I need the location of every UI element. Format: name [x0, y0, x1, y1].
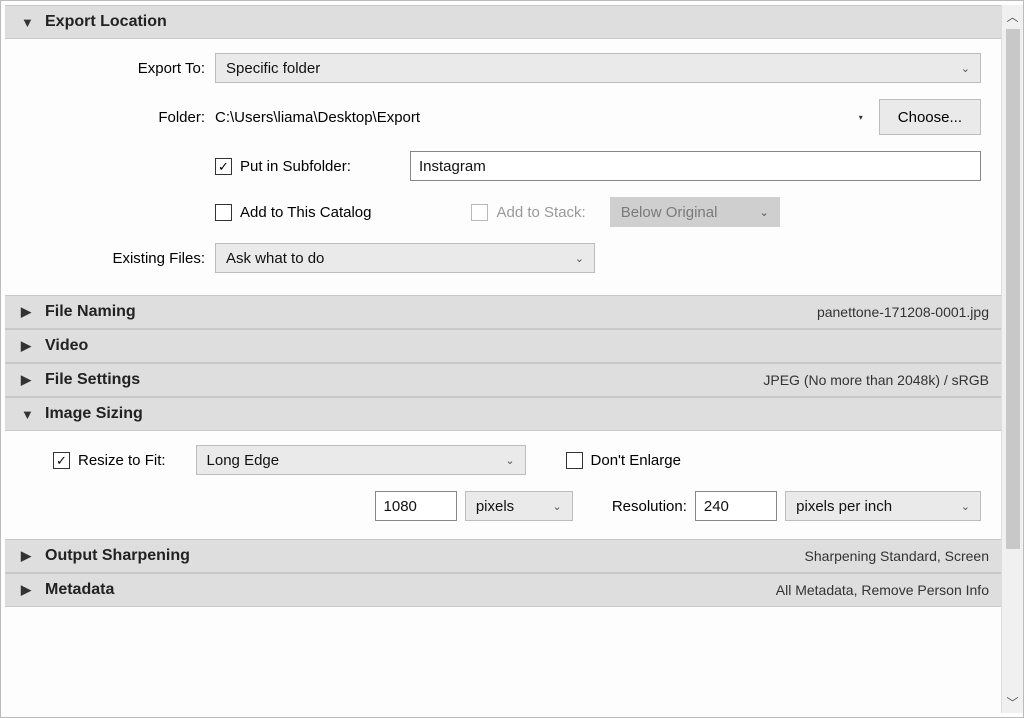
scroll-up-arrow-icon[interactable]: ︿: [1002, 5, 1024, 27]
section-header-image-sizing[interactable]: ▼ Image Sizing: [5, 397, 1001, 431]
section-title: Metadata: [45, 581, 114, 599]
section-header-output-sharpening[interactable]: ▶ Output Sharpening Sharpening Standard,…: [5, 539, 1001, 573]
file-settings-summary: JPEG (No more than 2048k) / sRGB: [763, 372, 989, 388]
put-in-subfolder-checkbox[interactable]: ✓: [215, 158, 232, 175]
section-title: Output Sharpening: [45, 547, 190, 565]
scroll-thumb[interactable]: [1006, 29, 1020, 549]
section-title: File Settings: [45, 371, 140, 389]
existing-files-label: Existing Files:: [25, 250, 215, 267]
section-header-export-location[interactable]: ▼ Export Location: [5, 5, 1001, 39]
add-to-catalog-checkbox[interactable]: [215, 204, 232, 221]
folder-path: C:\Users\liama\Desktop\Export: [215, 109, 855, 126]
vertical-scrollbar[interactable]: ︿ ﹀: [1001, 5, 1023, 713]
section-title: Image Sizing: [45, 405, 143, 423]
dont-enlarge-checkbox[interactable]: [566, 452, 583, 469]
existing-files-value: Ask what to do: [226, 250, 567, 267]
file-naming-summary: panettone-171208-0001.jpg: [817, 304, 989, 320]
dimension-value: 1080: [384, 498, 417, 515]
disclosure-right-icon: ▶: [21, 548, 37, 564]
choose-folder-button[interactable]: Choose...: [879, 99, 981, 135]
add-to-catalog-label: Add to This Catalog: [240, 204, 371, 221]
export-dialog-frame: ▼ Export Location Export To: Specific fo…: [0, 0, 1024, 718]
disclosure-right-icon: ▶: [21, 372, 37, 388]
choose-button-label: Choose...: [898, 109, 962, 126]
resolution-label: Resolution:: [612, 498, 687, 515]
chevron-down-icon: ⌄: [759, 206, 768, 219]
section-title: File Naming: [45, 303, 136, 321]
export-panels: ▼ Export Location Export To: Specific fo…: [5, 5, 1001, 713]
add-to-stack-value: Below Original: [621, 204, 752, 221]
resize-method-dropdown[interactable]: Long Edge ⌄: [196, 445, 526, 475]
section-title: Export Location: [45, 13, 167, 31]
export-location-body: Export To: Specific folder ⌄ Folder: C:\…: [5, 39, 1001, 295]
section-title: Video: [45, 337, 88, 355]
resize-to-fit-checkbox[interactable]: ✓: [53, 452, 70, 469]
disclosure-right-icon: ▶: [21, 582, 37, 598]
scroll-down-arrow-icon[interactable]: ﹀: [1002, 691, 1024, 713]
add-to-stack-checkbox: [471, 204, 488, 221]
chevron-down-icon: ⌄: [961, 62, 970, 75]
chevron-down-icon: ⌄: [575, 252, 584, 265]
chevron-down-icon: ⌄: [553, 500, 562, 513]
subfolder-name-input[interactable]: Instagram: [410, 151, 981, 181]
resize-method-value: Long Edge: [207, 452, 498, 469]
folder-label: Folder:: [25, 109, 215, 126]
disclosure-right-icon: ▶: [21, 304, 37, 320]
export-to-value: Specific folder: [226, 60, 953, 77]
check-icon: ✓: [56, 454, 67, 467]
disclosure-right-icon: ▶: [21, 338, 37, 354]
dont-enlarge-label: Don't Enlarge: [591, 452, 681, 469]
existing-files-dropdown[interactable]: Ask what to do ⌄: [215, 243, 595, 273]
add-to-stack-label: Add to Stack:: [496, 204, 585, 221]
disclosure-down-icon: ▼: [21, 407, 37, 422]
section-header-metadata[interactable]: ▶ Metadata All Metadata, Remove Person I…: [5, 573, 1001, 607]
resize-to-fit-label: Resize to Fit:: [78, 452, 166, 469]
add-to-stack-dropdown: Below Original ⌄: [610, 197, 780, 227]
section-header-file-naming[interactable]: ▶ File Naming panettone-171208-0001.jpg: [5, 295, 1001, 329]
chevron-down-icon: ⌄: [961, 500, 970, 513]
resolution-value: 240: [704, 498, 729, 515]
chevron-down-icon: ⌄: [505, 454, 514, 467]
section-header-video[interactable]: ▶ Video: [5, 329, 1001, 363]
check-icon: ✓: [218, 160, 229, 173]
output-sharpening-summary: Sharpening Standard, Screen: [805, 548, 989, 564]
resolution-unit-dropdown[interactable]: pixels per inch ⌄: [785, 491, 981, 521]
section-header-file-settings[interactable]: ▶ File Settings JPEG (No more than 2048k…: [5, 363, 1001, 397]
image-sizing-body: ✓ Resize to Fit: Long Edge ⌄ Don't Enlar…: [5, 431, 1001, 539]
disclosure-down-icon: ▼: [21, 15, 37, 30]
dimension-input[interactable]: 1080: [375, 491, 457, 521]
resolution-unit: pixels per inch: [796, 498, 953, 515]
subfolder-value: Instagram: [419, 158, 486, 175]
put-in-subfolder-label: Put in Subfolder:: [240, 158, 410, 175]
dimension-unit-dropdown[interactable]: pixels ⌄: [465, 491, 573, 521]
folder-history-caret-icon[interactable]: ▾: [855, 113, 867, 122]
export-to-label: Export To:: [25, 60, 215, 77]
dimension-unit: pixels: [476, 498, 545, 515]
resolution-input[interactable]: 240: [695, 491, 777, 521]
metadata-summary: All Metadata, Remove Person Info: [776, 582, 989, 598]
export-to-dropdown[interactable]: Specific folder ⌄: [215, 53, 981, 83]
